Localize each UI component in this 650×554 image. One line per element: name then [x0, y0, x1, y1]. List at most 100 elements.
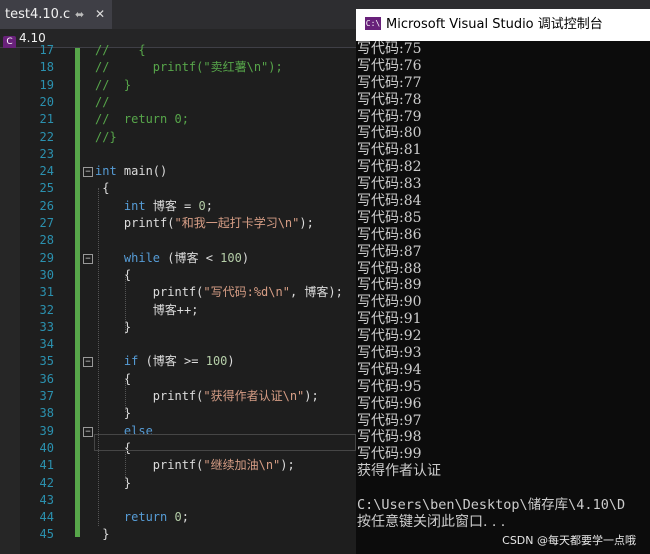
code-text: printf("写代码:%d\n", 博客); [95, 284, 343, 301]
code-token: // printf("卖红薯\n"); [95, 60, 283, 75]
code-text: int main() [95, 163, 167, 180]
code-text: // return 0; [95, 111, 189, 128]
console-line: 写代码:92 [357, 328, 422, 345]
code-token: (博客 >= [138, 354, 206, 369]
visual-studio-icon: C:\ [365, 17, 381, 30]
console-line: 写代码:82 [357, 159, 422, 176]
code-token: "写代码:%d\n" [203, 285, 290, 300]
code-token: ); [299, 216, 314, 230]
code-text: } [95, 526, 109, 543]
code-token: ); [280, 458, 295, 473]
code-token: // [95, 94, 110, 109]
code-text: // { [95, 42, 146, 59]
console-line: 写代码:87 [357, 243, 422, 260]
code-token: 0 [198, 198, 206, 213]
debug-console-window[interactable]: C:\ Microsoft Visual Studio 调试控制台 写代码:75… [356, 9, 650, 554]
console-line: 写代码:89 [357, 277, 422, 294]
console-line: 写代码:83 [357, 176, 422, 193]
code-token: , 博客); [289, 285, 343, 300]
code-token: // { [95, 43, 146, 57]
console-title: Microsoft Visual Studio 调试控制台 [386, 17, 603, 32]
code-text: 博客++; [95, 302, 199, 319]
line-number: 35 [39, 354, 54, 369]
line-number: 29 [39, 250, 54, 265]
collapse-icon[interactable]: − [83, 167, 93, 178]
code-token: return [123, 510, 168, 525]
line-number: 32 [39, 302, 54, 317]
line-number: 43 [39, 492, 54, 507]
console-line: 写代码:90 [357, 294, 422, 311]
tab-test4-10-c[interactable]: test4.10.c ⬌ ✕ [0, 0, 112, 29]
console-line: 写代码:85 [357, 209, 422, 226]
code-token: printf( [95, 285, 204, 300]
code-token: int [123, 198, 146, 213]
code-token: ; [205, 198, 213, 213]
line-number: 18 [39, 60, 54, 75]
line-number: 33 [39, 319, 54, 334]
code-text: printf("和我一起打卡学习\n"); [95, 215, 314, 232]
console-line: C:\Users\ben\Desktop\储存库\4.10\D [357, 497, 626, 514]
line-number: 22 [39, 129, 54, 144]
console-title-bar[interactable]: C:\ Microsoft Visual Studio 调试控制台 [356, 9, 650, 41]
line-number: 38 [39, 406, 54, 421]
console-output: 写代码:75 写代码:76 写代码:77 写代码:78 写代码:79 写代码:80 写代码:… [357, 41, 650, 531]
line-number: 27 [39, 216, 54, 230]
code-text: // [95, 94, 109, 111]
close-icon[interactable]: ✕ [95, 0, 105, 29]
console-line: 写代码:81 [357, 142, 422, 159]
line-number: 41 [39, 458, 54, 473]
code-text: // printf("卖红薯\n"); [95, 59, 283, 76]
console-line: 写代码:75 [357, 41, 422, 57]
code-token: // return 0; [95, 112, 189, 127]
code-text: while (博客 < 100) [95, 250, 249, 267]
collapse-icon[interactable]: − [83, 253, 93, 264]
line-number: 20 [39, 94, 54, 109]
code-token: } [95, 527, 110, 542]
line-number: 31 [39, 285, 54, 300]
tab-filename: test4.10.c [5, 7, 71, 22]
collapse-icon[interactable]: − [83, 426, 93, 437]
code-token: main() [116, 164, 168, 179]
console-line: 写代码:95 [357, 378, 422, 395]
current-line-highlight [94, 434, 356, 451]
console-line: 写代码:91 [357, 311, 422, 328]
line-number: 24 [39, 164, 54, 179]
console-line: 写代码:99 [357, 446, 422, 463]
code-token: //} [95, 129, 117, 144]
line-number: 17 [39, 43, 54, 57]
console-line: 写代码:98 [357, 429, 422, 446]
console-line: 写代码:78 [357, 91, 422, 108]
code-token: if [123, 354, 139, 369]
line-number: 26 [39, 198, 54, 213]
line-number: 40 [39, 440, 54, 455]
line-number: 39 [39, 423, 54, 438]
console-line: 写代码:93 [357, 345, 422, 362]
line-number: 37 [39, 389, 54, 403]
console-line: 写代码:97 [357, 412, 422, 429]
code-text: int 博客 = 0; [95, 198, 213, 215]
collapse-icon[interactable]: − [83, 357, 93, 368]
watermark: CSDN @每天都要学一点哦 [502, 534, 636, 547]
console-line: 获得作者认证 [357, 463, 441, 480]
code-token: 0 [174, 510, 182, 525]
line-number: 44 [39, 510, 54, 525]
indent-guide [125, 378, 126, 412]
console-line: 写代码:79 [357, 108, 422, 125]
console-line: 写代码:77 [357, 74, 422, 91]
line-number: 45 [39, 527, 54, 542]
code-text: //} [95, 129, 117, 146]
line-number: 21 [39, 112, 54, 127]
pin-icon[interactable]: ⬌ [75, 0, 84, 29]
code-token: "继续加油\n" [203, 458, 281, 473]
line-number: 30 [39, 267, 54, 282]
code-token: "和我一起打卡学习\n" [174, 216, 300, 230]
code-text: printf("获得作者认证\n"); [95, 388, 319, 405]
code-token: while [123, 250, 161, 265]
line-number: 36 [39, 371, 54, 386]
code-text: // } [95, 77, 131, 94]
